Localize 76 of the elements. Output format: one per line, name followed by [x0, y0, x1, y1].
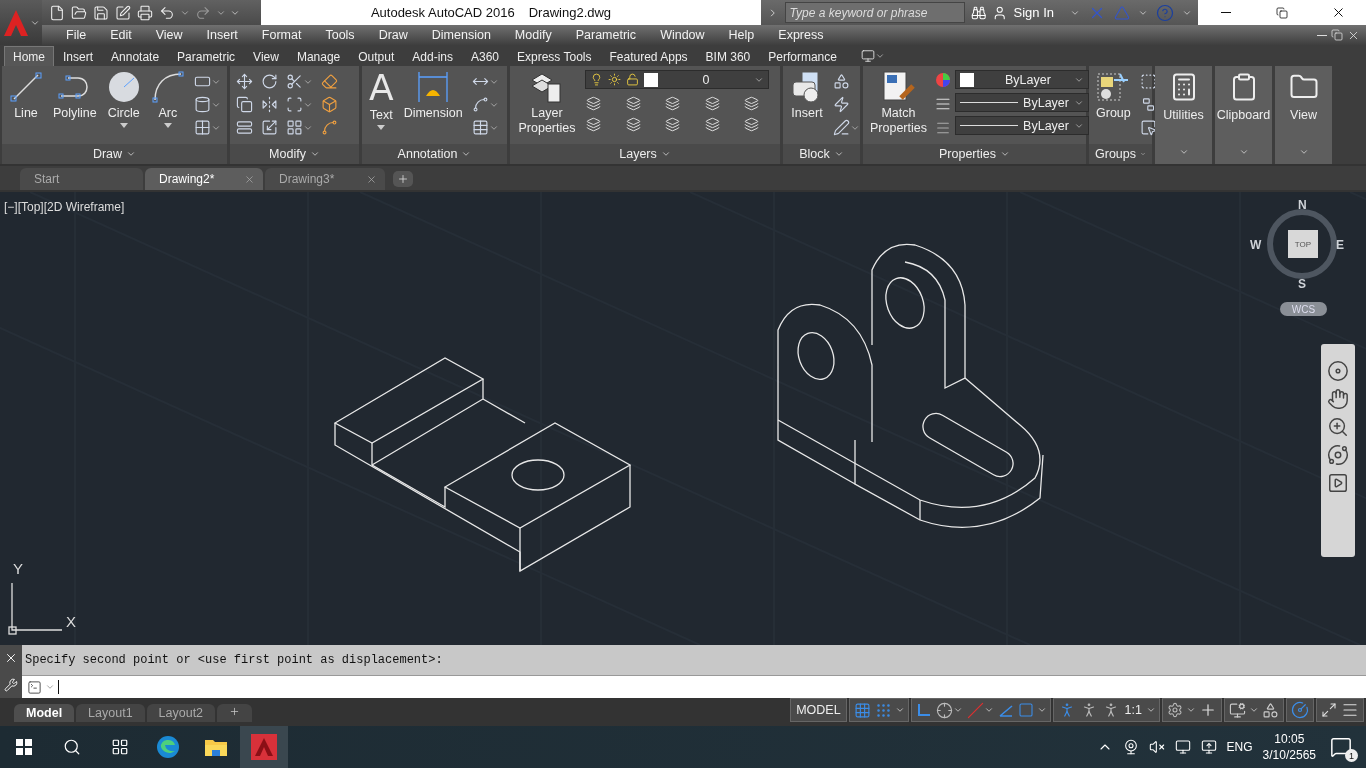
ribbon-tab[interactable]: Home	[4, 46, 54, 66]
panel-title[interactable]: Groups	[1089, 144, 1152, 164]
layout-tab[interactable]: Model	[14, 704, 75, 722]
ribbon-tool-button[interactable]: A Text	[367, 70, 396, 130]
language-indicator[interactable]: ENG	[1226, 740, 1253, 754]
command-history-line: Specify second point or <use first point as displacement>:	[24, 652, 444, 669]
ribbon-tab[interactable]: Manage	[287, 46, 350, 66]
compass-label: N	[1298, 198, 1307, 212]
menu-item[interactable]: File	[54, 25, 99, 45]
panel-button[interactable]: Utilities	[1155, 66, 1212, 164]
ribbon-tool-button[interactable]: Insert	[788, 70, 826, 121]
compass-label: E	[1336, 238, 1344, 252]
menu-item[interactable]: Help	[716, 25, 767, 45]
axis-label: Y	[13, 560, 23, 577]
panel-title[interactable]: Annotation	[362, 144, 507, 164]
document-tab[interactable]: Drawing3*	[265, 168, 385, 190]
panel-title[interactable]: Layers	[510, 144, 780, 164]
document-title: Drawing2.dwg	[528, 5, 612, 20]
ribbon-tool-button[interactable]: Polyline	[51, 70, 99, 121]
menu-item[interactable]: Format	[249, 25, 314, 45]
compass-label: W	[1250, 238, 1262, 252]
document-tab[interactable]: Drawing2*	[145, 168, 263, 190]
ribbon-tool-button[interactable]: Circle	[104, 70, 143, 128]
viewport-label[interactable]: [−][Top][2D Wireframe]	[4, 200, 125, 214]
panel-button[interactable]: View	[1275, 66, 1332, 164]
menu-item[interactable]: Modify	[502, 25, 564, 45]
menu-item[interactable]: Insert	[194, 25, 250, 45]
panel-title[interactable]: Block	[783, 144, 860, 164]
ribbon-tab[interactable]: Output	[349, 46, 404, 66]
property-dropdown[interactable]: ByLayer	[954, 93, 1089, 112]
clock-date[interactable]: 3/10/2565	[1262, 748, 1316, 762]
search-field[interactable]: Type a keyword or phrase	[784, 2, 965, 23]
ribbon-tab[interactable]: Featured Apps	[600, 46, 697, 66]
menu-item[interactable]: Draw	[366, 25, 420, 45]
panel-title[interactable]: Modify	[230, 144, 359, 164]
property-dropdown[interactable]: ByLayer	[954, 116, 1089, 135]
ribbon-tab[interactable]: Insert	[54, 46, 103, 66]
clock-time[interactable]: 10:05	[1274, 732, 1305, 746]
menu-item[interactable]: Parametric	[563, 25, 649, 45]
ribbon-tab[interactable]: BIM 360	[696, 46, 760, 66]
ribbon-tab[interactable]: A360	[462, 46, 508, 66]
ribbon-tab[interactable]: Add-ins	[403, 46, 462, 66]
ribbon-tab[interactable]: Performance	[759, 46, 846, 66]
application-title: Autodesk AutoCAD 2016	[370, 5, 515, 20]
property-dropdown[interactable]: ByLayer	[954, 70, 1089, 89]
ribbon-tool-button[interactable]: Match Properties	[868, 70, 929, 136]
layout-tab[interactable]: Layout1	[76, 704, 145, 722]
model-space-button[interactable]: MODEL	[794, 703, 843, 717]
menu-item[interactable]: Express	[766, 25, 836, 45]
menu-item[interactable]: Dimension	[419, 25, 503, 45]
text-glyph-icon: A	[369, 70, 394, 106]
menu-item[interactable]: Tools	[313, 25, 367, 45]
layer-dropdown[interactable]: 0	[585, 70, 769, 89]
annotation-scale-button[interactable]: 1:1	[1122, 703, 1144, 717]
ribbon-tab[interactable]: Express Tools	[508, 46, 601, 66]
ribbon-tab[interactable]: Annotate	[102, 46, 169, 66]
ribbon-tool-button[interactable]: Line	[7, 70, 45, 121]
view-cube-face[interactable]: TOP	[1288, 230, 1318, 258]
ribbon-tool-button[interactable]: Arc	[148, 70, 187, 128]
menu-item[interactable]: Window	[648, 25, 717, 45]
layout-tab[interactable]: Layout2	[146, 704, 216, 722]
menu-item[interactable]: Edit	[98, 25, 144, 45]
ribbon-tab[interactable]: Parametric	[168, 46, 245, 66]
ribbon-tab[interactable]: View	[244, 46, 288, 66]
panel-title[interactable]: Draw	[2, 144, 227, 164]
sign-in-link[interactable]: Sign In	[1013, 5, 1054, 20]
ribbon-tool-button[interactable]: Group	[1094, 70, 1133, 121]
ribbon-tool-button[interactable]: Layer Properties	[515, 70, 579, 136]
panel-button[interactable]: Clipboard	[1215, 66, 1272, 164]
ribbon-tool-button[interactable]: Dimension	[401, 70, 465, 121]
document-tab[interactable]: Start	[20, 168, 143, 190]
menu-item[interactable]: View	[143, 25, 195, 45]
axis-label: X	[66, 613, 76, 630]
notification-badge: 1	[1345, 749, 1358, 762]
compass-label: S	[1298, 277, 1306, 291]
panel-title[interactable]: Properties	[863, 144, 1086, 164]
